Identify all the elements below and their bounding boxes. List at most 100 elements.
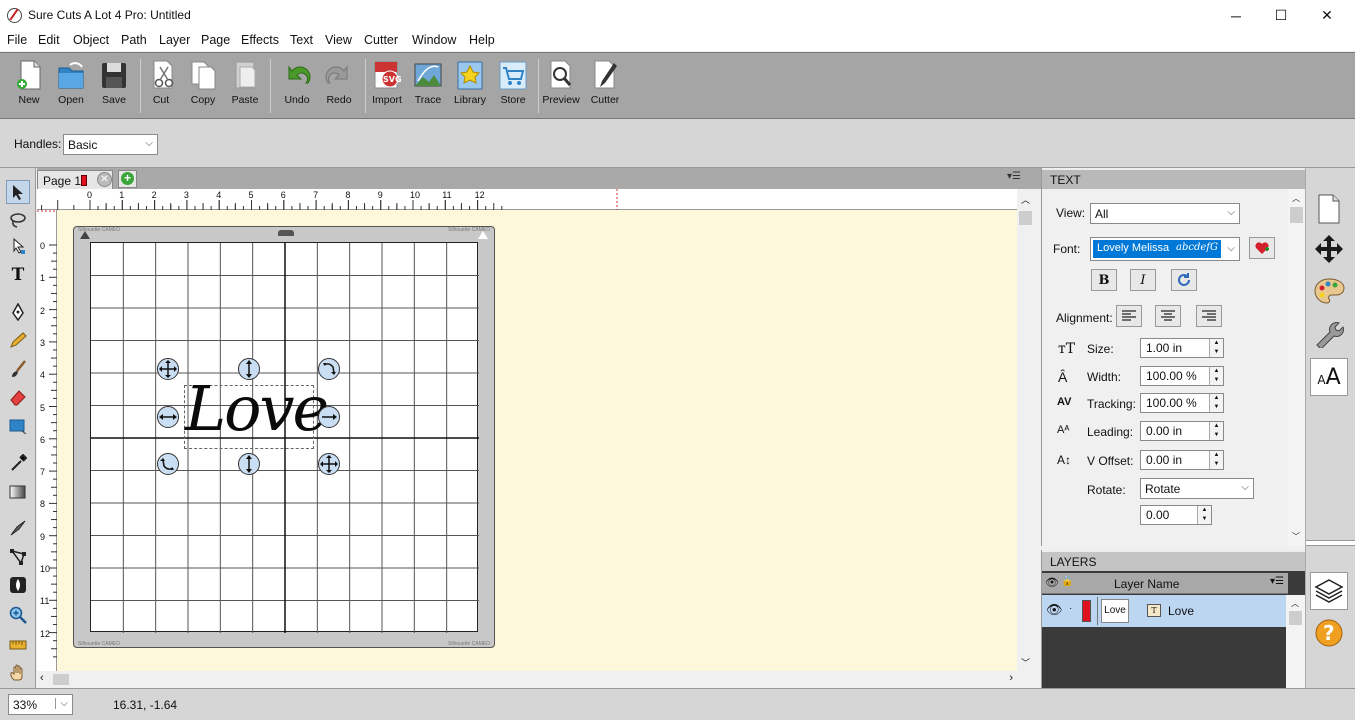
redo-button[interactable]: Redo xyxy=(317,59,361,115)
gradient-tool[interactable] xyxy=(6,480,30,504)
menu-object[interactable]: Object xyxy=(73,33,109,47)
width-input[interactable]: 100.00 % ▲ ▼ xyxy=(1140,366,1224,386)
handles-select[interactable]: Basic ⌵ xyxy=(63,134,158,155)
rotate-angle-input[interactable]: 0.00 ▲ ▼ xyxy=(1140,505,1212,525)
open-button[interactable]: Open xyxy=(49,59,93,115)
scale-right-handle[interactable] xyxy=(317,405,341,429)
menu-effects[interactable]: Effects xyxy=(241,33,279,47)
library-button[interactable]: Library xyxy=(448,59,492,115)
align-right-button[interactable] xyxy=(1196,305,1222,327)
v-offset-input[interactable]: 0.00 in ▲ ▼ xyxy=(1140,450,1224,470)
scroll-thumb[interactable] xyxy=(53,674,69,685)
stepper-arrows-icon[interactable]: ▲ ▼ xyxy=(1197,506,1211,524)
menu-window[interactable]: Window xyxy=(412,33,456,47)
eraser-tool[interactable] xyxy=(6,385,30,409)
refresh-button[interactable] xyxy=(1171,269,1197,291)
copy-button[interactable]: Copy xyxy=(181,59,225,115)
menu-view[interactable]: View xyxy=(325,33,352,47)
size-input[interactable]: 1.00 in ▲ ▼ xyxy=(1140,338,1224,358)
layers-scrollbar[interactable]: ︿ xyxy=(1286,595,1305,688)
design-canvas[interactable]: Silhouette CAMEO Silhouette CAMEO Silhou… xyxy=(57,210,1017,671)
menu-page[interactable]: Page xyxy=(201,33,230,47)
scroll-right-icon[interactable]: › xyxy=(1009,672,1013,684)
menu-layer[interactable]: Layer xyxy=(159,33,190,47)
layers-panel-button[interactable] xyxy=(1310,572,1348,610)
scale-corner-handle[interactable] xyxy=(317,452,341,476)
menu-text[interactable]: Text xyxy=(290,33,313,47)
align-center-button[interactable] xyxy=(1155,305,1181,327)
scroll-thumb[interactable] xyxy=(1019,211,1032,225)
import-button[interactable]: SVG Import xyxy=(365,59,409,115)
view-select[interactable]: All ⌵ xyxy=(1090,203,1240,224)
love-text-object[interactable]: Love xyxy=(185,372,329,445)
save-button[interactable]: Save xyxy=(92,59,136,115)
brush-tool[interactable] xyxy=(6,357,30,381)
italic-button[interactable]: I xyxy=(1130,269,1156,291)
rotate-top-right-handle[interactable] xyxy=(317,357,341,381)
tab-menu-icon[interactable]: ▾☰ xyxy=(1007,171,1021,182)
scroll-thumb[interactable] xyxy=(1290,207,1303,223)
layer-color-swatch[interactable] xyxy=(1082,600,1091,622)
pan-tool[interactable] xyxy=(6,661,30,685)
text-panel-scrollbar[interactable]: ︿ ﹀ xyxy=(1288,189,1305,546)
text-panel-button[interactable]: AA xyxy=(1310,358,1348,396)
settings-panel-button[interactable] xyxy=(1310,314,1348,352)
menu-path[interactable]: Path xyxy=(121,33,147,47)
node-edit-tool[interactable] xyxy=(6,234,30,258)
paste-button[interactable]: Paste xyxy=(223,59,267,115)
tab-page-1[interactable]: Page 1 ✕ xyxy=(37,170,113,189)
scroll-down-icon[interactable]: ﹀ xyxy=(1021,656,1030,669)
cutter-button[interactable]: Cutter xyxy=(583,59,627,115)
menu-cutter[interactable]: Cutter xyxy=(364,33,398,47)
scroll-up-icon[interactable]: ︿ xyxy=(1291,598,1299,609)
move-handle[interactable] xyxy=(156,357,180,381)
scale-left-handle[interactable] xyxy=(156,405,180,429)
weld-tool[interactable] xyxy=(6,573,30,597)
minimize-button[interactable]: ─ xyxy=(1213,0,1259,31)
rotate-select[interactable]: Rotate ⌵ xyxy=(1140,478,1254,499)
select-tool[interactable] xyxy=(6,180,30,204)
scroll-down-icon[interactable]: ﹀ xyxy=(1292,531,1300,542)
scale-top-handle[interactable] xyxy=(237,357,261,381)
favorite-font-button[interactable] xyxy=(1249,237,1275,259)
document-panel-button[interactable] xyxy=(1310,190,1348,228)
scroll-left-icon[interactable]: ‹ xyxy=(40,672,44,684)
color-panel-button[interactable] xyxy=(1310,272,1348,310)
store-button[interactable]: Store xyxy=(491,59,535,115)
transform-panel-button[interactable] xyxy=(1310,230,1348,268)
preview-button[interactable]: Preview xyxy=(539,59,583,115)
add-page-button[interactable]: + xyxy=(118,170,137,188)
trace-button[interactable]: Trace xyxy=(406,59,450,115)
canvas-horizontal-scrollbar[interactable]: ‹ › xyxy=(37,671,1017,688)
stepper-arrows-icon[interactable]: ▲ ▼ xyxy=(1209,422,1223,440)
bold-button[interactable]: B xyxy=(1091,269,1117,291)
tracking-input[interactable]: 100.00 % ▲ ▼ xyxy=(1140,393,1224,413)
close-tab-icon[interactable]: ✕ xyxy=(97,172,112,187)
eyedropper-tool[interactable] xyxy=(6,451,30,475)
pen-tool[interactable] xyxy=(6,300,30,324)
zoom-select[interactable]: 33% ⌵ xyxy=(8,694,73,715)
lasso-tool[interactable] xyxy=(6,208,30,232)
knife-tool[interactable] xyxy=(6,516,30,540)
stepper-arrows-icon[interactable]: ▲ ▼ xyxy=(1209,394,1223,412)
transform-tool[interactable] xyxy=(6,545,30,569)
scale-bottom-handle[interactable] xyxy=(237,452,261,476)
layers-menu-icon[interactable]: ▾☰ xyxy=(1270,576,1284,587)
menu-help[interactable]: Help xyxy=(469,33,495,47)
layer-row[interactable]: 👁 · Love T Love xyxy=(1042,595,1286,627)
measure-tool[interactable] xyxy=(6,633,30,657)
layer-visibility-icon[interactable]: 👁 xyxy=(1046,602,1063,618)
layer-lock-toggle-icon[interactable]: · xyxy=(1069,603,1072,614)
scroll-thumb[interactable] xyxy=(1289,611,1302,625)
scroll-up-icon[interactable]: ︿ xyxy=(1021,193,1030,206)
zoom-tool[interactable] xyxy=(6,603,30,627)
menu-edit[interactable]: Edit xyxy=(38,33,60,47)
stepper-arrows-icon[interactable]: ▲ ▼ xyxy=(1209,339,1223,357)
new-button[interactable]: New xyxy=(7,59,51,115)
scroll-up-icon[interactable]: ︿ xyxy=(1292,193,1300,204)
maximize-button[interactable]: ☐ xyxy=(1258,0,1304,31)
pencil-tool[interactable] xyxy=(6,328,30,352)
close-button[interactable]: ✕ xyxy=(1304,0,1350,31)
stepper-arrows-icon[interactable]: ▲ ▼ xyxy=(1209,367,1223,385)
canvas-vertical-scrollbar[interactable]: ︿ ﹀ xyxy=(1017,189,1034,671)
